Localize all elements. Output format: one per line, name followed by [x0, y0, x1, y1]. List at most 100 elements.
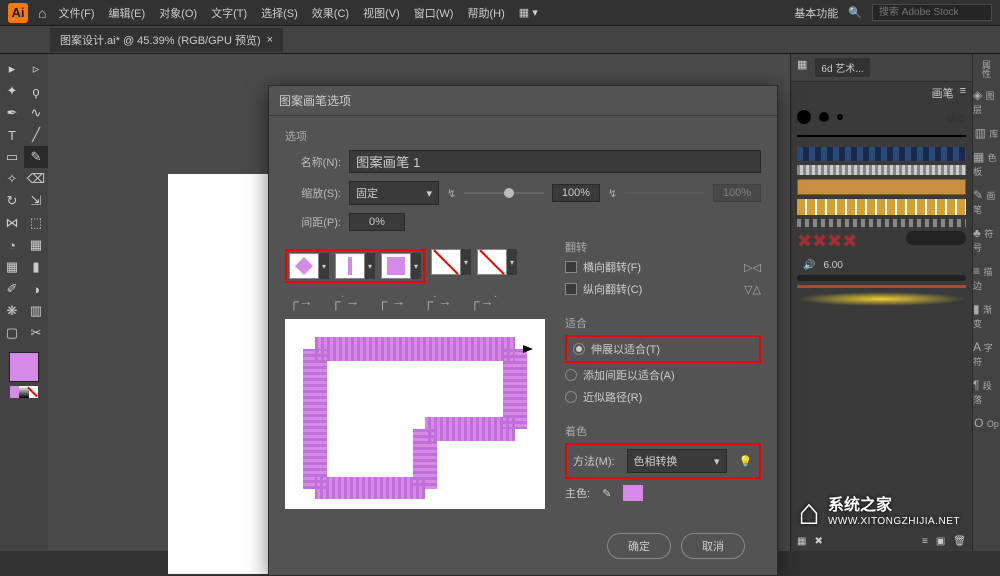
eyedropper-icon[interactable]: ✎ — [602, 487, 611, 500]
fill-mode[interactable] — [10, 386, 19, 398]
scale-tool[interactable]: ⇲ — [24, 190, 48, 212]
free-transform-tool[interactable]: ⬚ — [24, 212, 48, 234]
side-tile[interactable] — [289, 253, 319, 279]
outer-corner-tile[interactable] — [335, 253, 365, 279]
brush-list[interactable]: 基本 ✖✖✖✖ 🔊 6.00 — [791, 104, 972, 532]
brushes-panel-tab[interactable]: 画笔 — [932, 85, 954, 101]
brush-item[interactable] — [797, 285, 966, 288]
graph-tool[interactable]: ▥ — [24, 300, 48, 322]
fit-stretch-radio[interactable] — [573, 343, 585, 355]
mesh-tool[interactable]: ▦ — [0, 256, 24, 278]
brush-item[interactable] — [797, 179, 966, 195]
brush-item[interactable] — [797, 165, 966, 175]
stroke-panel-icon[interactable]: ≡ 描边 — [973, 264, 1000, 292]
menu-bridge-icon[interactable]: ▦ ▾ — [519, 6, 538, 19]
brush-size-value[interactable]: 6.00 — [823, 260, 842, 271]
tile-dropdown[interactable]: ▾ — [507, 249, 517, 275]
tip-icon[interactable]: 💡 — [739, 455, 753, 468]
brush-item[interactable] — [797, 147, 966, 161]
direct-select-tool[interactable]: ▹ — [24, 58, 48, 80]
library-icon[interactable]: ▦ — [797, 536, 806, 547]
scale-slider[interactable] — [464, 192, 544, 194]
brush-item[interactable] — [837, 114, 843, 120]
line-tool[interactable]: ╱ — [24, 124, 48, 146]
search-input[interactable] — [872, 4, 992, 21]
end-tile[interactable] — [477, 249, 507, 275]
brushes-panel-icon[interactable]: ✎ 画笔 — [973, 188, 1000, 216]
brush-item[interactable] — [906, 231, 966, 245]
link-icon[interactable]: ↯ — [447, 187, 456, 200]
blend-tool[interactable]: ◑ — [24, 278, 48, 300]
brush-item[interactable] — [819, 112, 829, 122]
tile-dropdown[interactable]: ▾ — [365, 253, 375, 279]
ok-button[interactable]: 确定 — [607, 533, 671, 559]
shaper-tool[interactable]: ✧ — [0, 168, 24, 190]
opentype-panel-icon[interactable]: O Op — [974, 416, 999, 430]
method-select[interactable]: 色相转换▾ — [627, 449, 727, 473]
eyedropper-tool[interactable]: ✐ — [0, 278, 24, 300]
none-mode[interactable] — [29, 386, 38, 398]
selection-tool[interactable]: ▸ — [0, 58, 24, 80]
brush-item[interactable] — [797, 110, 811, 124]
fit-space-radio[interactable] — [565, 369, 577, 381]
menu-select[interactable]: 选择(S) — [261, 5, 298, 21]
pen-tool[interactable]: ✒ — [0, 102, 24, 124]
character-panel-icon[interactable]: A 字符 — [973, 340, 1000, 368]
layers-panel-icon[interactable]: ◈ 图层 — [973, 88, 1000, 116]
spacing-input[interactable]: 0% — [349, 213, 405, 231]
cancel-button[interactable]: 取消 — [681, 533, 745, 559]
close-icon[interactable]: × — [267, 34, 273, 46]
curvature-tool[interactable]: ∿ — [24, 102, 48, 124]
shape-builder-tool[interactable]: ◔ — [0, 234, 24, 256]
brush-item[interactable] — [797, 199, 966, 215]
scale-mode-select[interactable]: 固定▾ — [349, 181, 439, 205]
type-tool[interactable]: T — [0, 124, 24, 146]
rect-tool[interactable]: ▭ — [0, 146, 24, 168]
key-color-swatch[interactable] — [623, 485, 643, 501]
inner-icon[interactable]: ┌ → — [378, 293, 406, 309]
home-icon[interactable]: ⌂ — [38, 5, 46, 21]
brush-item[interactable] — [797, 219, 966, 227]
menu-file[interactable]: 文件(F) — [58, 5, 94, 21]
remove-brush-icon[interactable]: ✖ — [814, 536, 822, 547]
tile-dropdown[interactable]: ▾ — [411, 253, 421, 279]
brush-item[interactable] — [797, 292, 966, 306]
lasso-tool[interactable]: ϙ — [24, 80, 48, 102]
artboard-tool[interactable]: ▢ — [0, 322, 24, 344]
inner-corner-tile[interactable] — [381, 253, 411, 279]
menu-type[interactable]: 文字(T) — [211, 5, 247, 21]
paragraph-panel-icon[interactable]: ¶ 段落 — [973, 378, 1000, 406]
side-icon[interactable]: ┌˙→ — [331, 293, 360, 309]
tile-dropdown[interactable]: ▾ — [461, 249, 471, 275]
brush-item[interactable] — [797, 275, 966, 281]
rotate-tool[interactable]: ↻ — [0, 190, 24, 212]
gradient-tool[interactable]: ▮ — [24, 256, 48, 278]
libraries-panel-icon[interactable]: ▥ 库 — [975, 126, 999, 140]
corner-icon[interactable]: ┌→ — [289, 293, 313, 309]
gradient-panel-icon[interactable]: ▮ 渐变 — [973, 302, 1000, 330]
start-tile[interactable] — [431, 249, 461, 275]
swatches-panel-icon[interactable]: ▦ 色板 — [973, 150, 1000, 178]
link-icon[interactable]: ↯ — [608, 187, 617, 200]
trash-icon[interactable]: 🗑 — [953, 536, 966, 547]
scale-slider-2[interactable] — [625, 192, 705, 194]
slice-tool[interactable]: ✂ — [24, 322, 48, 344]
flip-h-checkbox[interactable] — [565, 261, 577, 273]
symbol-spray-tool[interactable]: ❋ — [0, 300, 24, 322]
brush-item[interactable]: ✖✖✖✖ — [797, 231, 857, 252]
menu-object[interactable]: 对象(O) — [159, 5, 197, 21]
options-icon[interactable]: ≡ — [922, 536, 928, 547]
width-tool[interactable]: ⋈ — [0, 212, 24, 234]
tile-dropdown[interactable]: ▾ — [319, 253, 329, 279]
flip-v-checkbox[interactable] — [565, 283, 577, 295]
start-icon[interactable]: ┌˙→ — [423, 293, 452, 309]
name-input[interactable] — [349, 150, 761, 173]
menu-view[interactable]: 视图(V) — [363, 5, 400, 21]
properties-panel-icon[interactable]: 属性 — [980, 60, 993, 78]
document-tab[interactable]: 图案设计.ai* @ 45.39% (RGB/GPU 预览) × — [50, 28, 283, 52]
scale-value[interactable]: 100% — [552, 184, 600, 202]
symbols-panel-icon[interactable]: ♣ 符号 — [973, 226, 1000, 254]
menu-effect[interactable]: 效果(C) — [312, 5, 349, 21]
eraser-tool[interactable]: ⌫ — [24, 168, 48, 190]
fit-approx-radio[interactable] — [565, 391, 577, 403]
